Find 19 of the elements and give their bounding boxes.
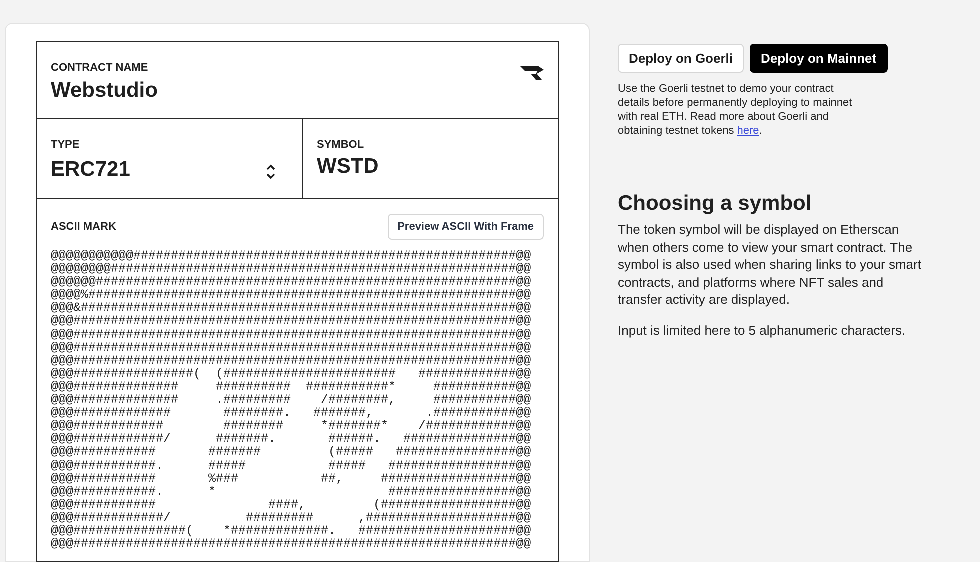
contract-name-field[interactable]: Webstudio <box>51 77 158 105</box>
symbol-field[interactable]: WSTD <box>317 153 544 181</box>
help-paragraph: The token symbol will be displayed on Etherscan when others come to view your smart contract. The symbol is also used when sharing links to your smart contracts, and platforms where NFT sales and transfer activity are displayed. <box>618 221 922 308</box>
field-label: ASCII MARK <box>51 220 116 235</box>
here-link[interactable]: here <box>737 125 760 137</box>
chevron-up-down-icon <box>266 164 276 180</box>
field-label: CONTRACT NAME <box>51 62 150 75</box>
logo-icon <box>520 66 544 80</box>
preview-ascii-button[interactable]: Preview ASCII With Frame <box>388 214 544 240</box>
type-value: ERC721 <box>51 157 130 183</box>
field-label: TYPE <box>51 139 81 152</box>
help-paragraph: Input is limited here to 5 alphanumeric characters. <box>618 322 907 339</box>
help-title: Choosing a symbol <box>618 191 813 217</box>
deploy-button[interactable]: Deploy on Mainnet <box>750 44 888 73</box>
field-label: SYMBOL <box>317 139 366 152</box>
type-select[interactable]: TYPE ERC721 <box>37 119 303 198</box>
deploy-note: Use the Goerli testnet to demo your contract details before permanently deploying to mainnet with real ETH. Read more about Goerli and obtaining testnet tokens here. <box>618 82 854 138</box>
deploy-button[interactable]: Deploy on Goerli <box>618 44 744 73</box>
ascii-art: @@@@@@@@@@@###################################################@@ @@@@@@@@######################################################@@ @@@@@@########################################################@@ @@@@%#########################################################@@ @@@&##########################################################@@ @@@###########################################################@@ @@@###########################################################@@ @@@###########################################################@@ @@@###########################################################@@ @@@################( (####################### #############@@ @@@############## ########## ###########* ###########@@ @@@############## .######### /########, ###########@@ @@@############# ########. #######, .###########@@ @@@############ ######## *#######* /############@@ @@@############/ #######. ######. ###############@@ @@@########### ####### (##### ################@@ @@@###########. ##### ##### #################@@ @@@########### %### ##, ##################@@ @@@###########. * #################@@ @@@########### ####, (##################@@ @@@############/ ######### ,####################@@ @@@###############( *#############. #####################@@ @@@###########################################################@@ <box>51 250 532 552</box>
